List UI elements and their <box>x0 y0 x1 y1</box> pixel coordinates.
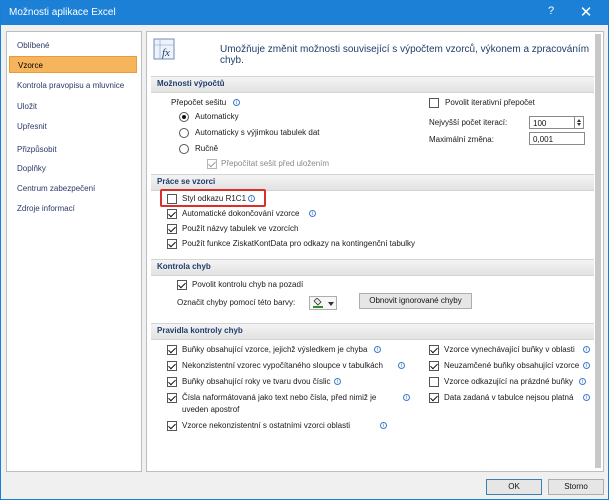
sidebar-item-doplnky[interactable]: Doplňky <box>9 160 137 177</box>
table-names-label: Použít názvy tabulek ve vzorcích <box>182 224 299 233</box>
info-icon[interactable]: i <box>309 210 316 217</box>
rule-inconsistent-formula-label: Vzorce nekonzistentní s ostatními vzorci… <box>182 421 351 430</box>
rule-table-data-invalid-label: Data zadaná v tabulce nejsou platná <box>444 393 574 402</box>
sidebar-item-upresnit[interactable]: Upřesnit <box>9 118 137 135</box>
formula-autocomplete-checkbox[interactable] <box>167 209 177 219</box>
section-calculation-options: Možnosti výpočtů <box>151 76 597 93</box>
fx-formula-icon: fx <box>153 38 175 60</box>
rule-empty-cells-label: Vzorce odkazující na prázdné buňky <box>444 377 573 386</box>
category-sidebar: Oblíbené Vzorce Kontrola pravopisu a mlu… <box>6 31 142 472</box>
rule-numbers-as-text-label: Čísla naformátovaná jako text nebo čísla… <box>182 393 377 402</box>
info-icon[interactable]: i <box>583 346 590 353</box>
recalc-before-save-checkbox[interactable] <box>207 159 217 169</box>
sidebar-item-zdroje-informaci[interactable]: Zdroje informací <box>9 200 137 217</box>
radio-automatic-label: Automaticky <box>195 112 239 121</box>
workbook-calc-label: Přepočet sešitu <box>171 98 227 107</box>
sidebar-item-vzorce[interactable]: Vzorce <box>9 56 137 73</box>
max-iterations-spinner[interactable] <box>575 116 584 129</box>
rule-inconsistent-column-checkbox[interactable] <box>167 361 177 371</box>
radio-manual-label: Ručně <box>195 144 219 153</box>
cancel-button[interactable]: Storno <box>548 479 604 495</box>
table-names-checkbox[interactable] <box>167 224 177 234</box>
formulas-panel: fx Umožňuje změnit možnosti související … <box>146 31 604 472</box>
section-error-checking: Kontrola chyb <box>151 259 597 276</box>
panel-scrollbar[interactable] <box>594 32 603 471</box>
error-color-label: Označit chyby pomocí této barvy: <box>177 298 296 307</box>
r1c1-reference-style-label: Styl odkazu R1C1 <box>182 194 247 203</box>
iterative-calc-checkbox[interactable] <box>429 98 439 108</box>
info-icon[interactable]: i <box>403 394 410 401</box>
info-icon[interactable]: i <box>374 346 381 353</box>
rule-two-digit-years-checkbox[interactable] <box>167 377 177 387</box>
help-button[interactable]: ? <box>541 5 561 21</box>
info-icon[interactable]: i <box>583 394 590 401</box>
error-color-swatch <box>313 306 323 308</box>
rule-error-result-label: Buňky obsahující vzorce, jejichž výsledk… <box>182 345 368 354</box>
panel-header: fx Umožňuje změnit možnosti související … <box>147 32 603 68</box>
radio-automatic-except-tables-label: Automaticky s výjimkou tabulek dat <box>195 128 320 137</box>
excel-options-dialog: Možnosti aplikace Excel ? ✕ Oblíbené Vzo… <box>0 0 609 500</box>
sidebar-item-prizpusobit[interactable]: Přizpůsobit <box>9 141 137 158</box>
sidebar-item-ulozit[interactable]: Uložit <box>9 98 137 115</box>
rule-inconsistent-column-label: Nekonzistentní vzorec vypočítaného sloup… <box>182 361 384 370</box>
iterative-calc-label: Povolit iterativní přepočet <box>445 98 535 107</box>
rule-two-digit-years-label: Buňky obsahující roky ve tvaru dvou čísl… <box>182 377 331 386</box>
max-iterations-label: Nejvyšší počet iterací: <box>429 118 508 127</box>
getpivotdata-checkbox[interactable] <box>167 239 177 249</box>
rule-unlocked-cells-checkbox[interactable] <box>429 361 439 371</box>
radio-automatic[interactable] <box>179 112 189 122</box>
rule-inconsistent-formula-checkbox[interactable] <box>167 421 177 431</box>
radio-automatic-except-tables[interactable] <box>179 128 189 138</box>
panel-description: Umožňuje změnit možnosti související s v… <box>220 44 590 66</box>
info-icon[interactable]: i <box>380 422 387 429</box>
formula-autocomplete-label: Automatické dokončování vzorce <box>182 209 300 218</box>
section-error-checking-rules: Pravidla kontroly chyb <box>151 323 597 340</box>
rule-empty-cells-checkbox[interactable] <box>429 377 439 387</box>
svg-text:fx: fx <box>162 47 170 59</box>
info-icon[interactable]: i <box>398 362 405 369</box>
section-title: Kontrola chyb <box>157 262 211 271</box>
max-change-input[interactable]: 0,001 <box>529 132 585 145</box>
info-icon[interactable]: i <box>583 362 590 369</box>
background-error-checking-checkbox[interactable] <box>177 280 187 290</box>
close-button[interactable]: ✕ <box>573 3 599 23</box>
max-change-label: Maximální změna: <box>429 135 494 144</box>
rule-numbers-as-text-checkbox[interactable] <box>167 393 177 403</box>
r1c1-reference-style-checkbox[interactable] <box>167 194 177 204</box>
info-icon[interactable]: i <box>248 195 255 202</box>
title-bar: Možnosti aplikace Excel ? ✕ <box>1 1 608 25</box>
recalc-before-save-label: Přepočítat sešit před uložením <box>221 159 330 168</box>
rule-omitted-cells-label: Vzorce vynechávající buňky v oblasti <box>444 345 575 354</box>
scrollbar-thumb[interactable] <box>595 34 601 468</box>
rule-numbers-as-text-label-line2: uveden apostrof <box>182 405 240 414</box>
sidebar-item-oblibene[interactable]: Oblíbené <box>9 37 137 54</box>
info-icon[interactable]: i <box>579 378 586 385</box>
error-color-picker[interactable] <box>309 296 337 310</box>
getpivotdata-label: Použít funkce ZiskatKontData pro odkazy … <box>182 239 416 248</box>
dialog-client: Oblíbené Vzorce Kontrola pravopisu a mlu… <box>1 25 608 499</box>
rule-unlocked-cells-label: Neuzamčené buňky obsahující vzorce <box>444 361 580 370</box>
max-iterations-input[interactable]: 100 <box>529 116 575 129</box>
background-error-checking-label: Povolit kontrolu chyb na pozadí <box>192 280 304 289</box>
paint-bucket-icon <box>313 298 322 306</box>
rule-error-result-checkbox[interactable] <box>167 345 177 355</box>
rule-omitted-cells-checkbox[interactable] <box>429 345 439 355</box>
info-icon[interactable]: i <box>334 378 341 385</box>
sidebar-item-kontrola-pravopisu[interactable]: Kontrola pravopisu a mluvnice <box>9 77 137 94</box>
chevron-down-icon <box>328 302 334 306</box>
section-title: Práce se vzorci <box>157 177 216 186</box>
window-title: Možnosti aplikace Excel <box>9 7 116 18</box>
info-icon[interactable]: i <box>233 99 240 106</box>
ok-button[interactable]: OK <box>486 479 542 495</box>
sidebar-item-centrum-zabezpeceni[interactable]: Centrum zabezpečení <box>9 180 137 197</box>
section-title: Možnosti výpočtů <box>157 79 225 88</box>
radio-manual[interactable] <box>179 144 189 154</box>
rule-table-data-invalid-checkbox[interactable] <box>429 393 439 403</box>
section-title: Pravidla kontroly chyb <box>157 326 243 335</box>
reset-ignored-errors-button[interactable]: Obnovit ignorované chyby <box>359 293 472 309</box>
